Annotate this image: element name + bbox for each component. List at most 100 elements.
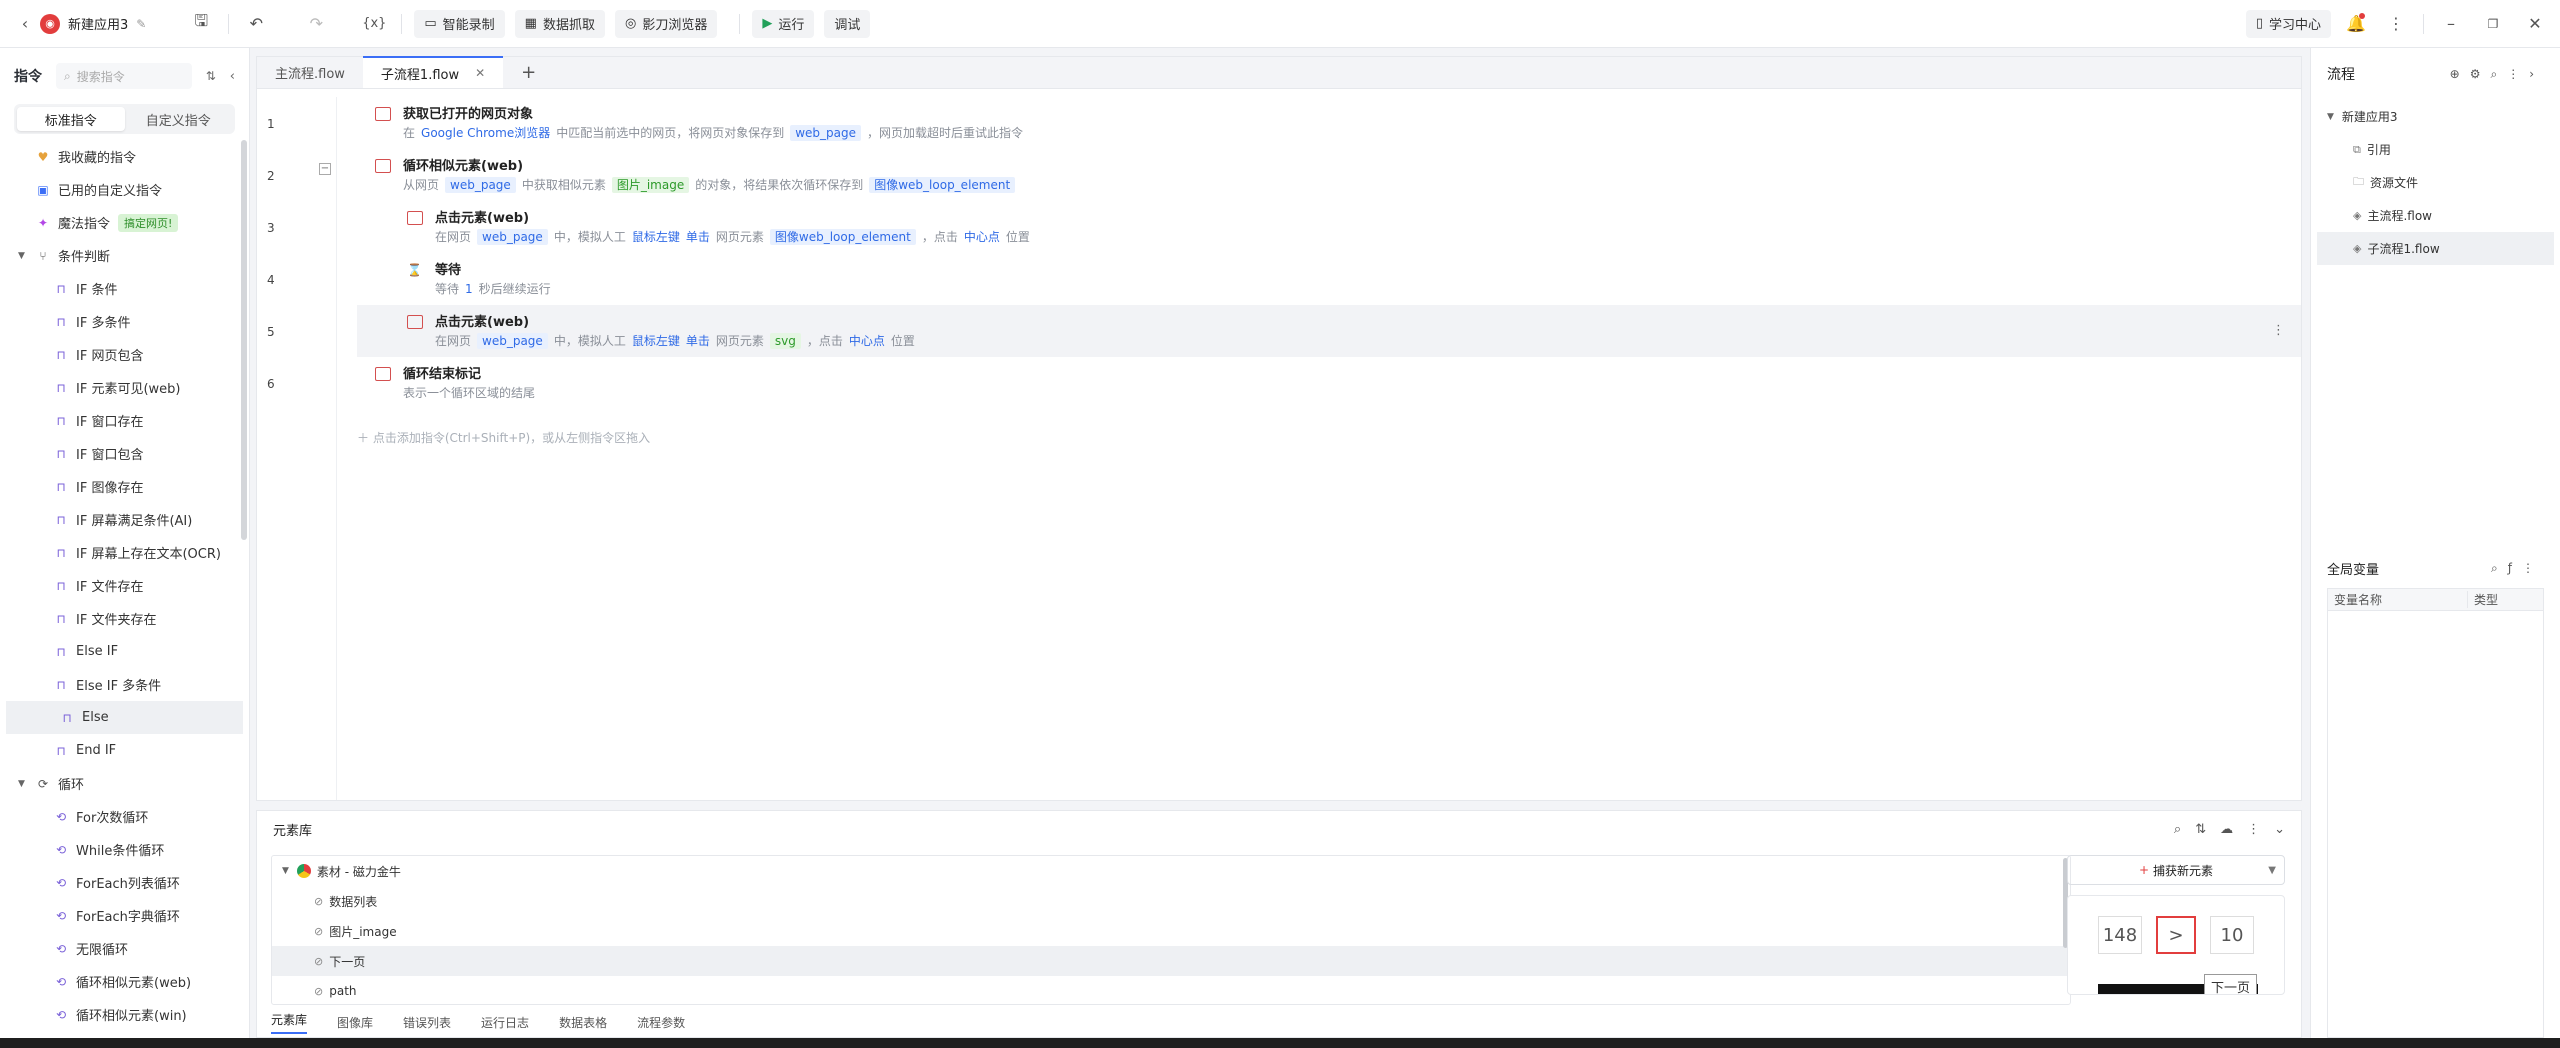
tab-subflow-1[interactable]: 子流程1.flow ✕ <box>362 56 504 88</box>
library-tab[interactable]: 元素库 <box>271 1011 308 1034</box>
instruction-item[interactable]: ⟲ For次数循环 <box>0 800 249 833</box>
more-icon[interactable]: ⋮ <box>2507 67 2529 81</box>
sort-icon[interactable]: ⇅ <box>206 69 216 83</box>
restore-icon[interactable]: ❐ <box>2478 9 2508 39</box>
sort-icon[interactable]: ⇅ <box>2195 822 2206 837</box>
instruction-item[interactable]: ⟲ ForEach列表循环 <box>0 866 249 899</box>
flow-item[interactable]: ◈ 主流程.flow <box>2311 199 2560 232</box>
used-custom-item[interactable]: ▣ 已用的自定义指令 <box>0 173 249 206</box>
smart-record-button[interactable]: ▭ 智能录制 <box>414 9 505 38</box>
instruction-item[interactable]: ⊓ IF 屏幕上存在文本(OCR) <box>0 536 249 569</box>
flow-step[interactable]: 循环相似元素(web) 从网页 web_page 中获取相似元素 图片_image 的对象… <box>357 149 2301 201</box>
instruction-item[interactable]: ⊓ IF 窗口包含 <box>0 437 249 470</box>
library-tab[interactable]: 图像库 <box>337 1014 373 1031</box>
data-grab-button[interactable]: ▦ 数据抓取 <box>514 9 605 38</box>
line-number: 5 <box>267 325 275 339</box>
save-icon[interactable]: 🖫 <box>186 9 216 39</box>
fold-toggle-icon[interactable]: − <box>319 163 331 175</box>
group-loop[interactable]: ▼ ⟳ 循环 <box>0 767 249 800</box>
left-scrollbar[interactable] <box>241 140 247 540</box>
undo-icon[interactable]: ↶ <box>241 9 271 39</box>
minimize-icon[interactable]: – <box>2436 9 2466 39</box>
element-item[interactable]: ⊘ 图片_image <box>272 916 2070 946</box>
instruction-item[interactable]: ⊓ IF 文件夹存在 <box>0 602 249 635</box>
instruction-item[interactable]: ⟲ 循环相似元素(web) <box>0 965 249 998</box>
instruction-item[interactable]: ⟲ 循环相似元素(win) <box>0 998 249 1031</box>
more-icon[interactable]: ⋮ <box>2247 822 2260 837</box>
instruction-item[interactable]: ⊓ IF 条件 <box>0 272 249 305</box>
add-flow-icon[interactable]: ⊕ <box>2450 67 2470 81</box>
instruction-item[interactable]: ⊓ End IF <box>0 734 249 767</box>
instruction-item[interactable]: ⊓ Else IF 多条件 <box>0 668 249 701</box>
learning-center-button[interactable]: ▯ 学习中心 <box>2245 9 2331 38</box>
flow-step[interactable]: 获取已打开的网页对象在 Google Chrome浏览器 中匹配当前选中的网页，将网… <box>357 97 2301 149</box>
tab-main-flow[interactable]: 主流程.flow <box>257 56 363 88</box>
app-name[interactable]: 新建应用3 <box>68 14 128 33</box>
element-item[interactable]: ⊘ 下一页 <box>272 946 2070 976</box>
add-tab-button[interactable]: + <box>503 56 554 88</box>
instruction-item[interactable]: ⊓ IF 多条件 <box>0 305 249 338</box>
step-more-icon[interactable]: ⋮ <box>2272 323 2285 338</box>
instruction-item[interactable]: ⊓ IF 窗口存在 <box>0 404 249 437</box>
instruction-item[interactable]: ⟲ While条件循环 <box>0 833 249 866</box>
search-input[interactable]: 搜索指令 <box>77 68 125 85</box>
search-icon[interactable]: ⌕ <box>2491 561 2508 575</box>
add-instruction-hint[interactable]: ＋ 点击添加指令(Ctrl+Shift+P)，或从左侧指令区拖入 <box>357 429 650 446</box>
flow-step[interactable]: 循环结束标记 表示一个循环区域的结尾 <box>357 357 2301 409</box>
element-item[interactable]: ⊘ path <box>272 976 2070 1006</box>
global-variables-actions: ⌕ƒ⋮ <box>2491 561 2544 576</box>
flow-item[interactable]: ◈ 子流程1.flow <box>2317 232 2554 265</box>
instruction-item[interactable]: ⊓ Else IF <box>0 635 249 668</box>
instruction-item[interactable]: ⊓ IF 屏幕满足条件(AI) <box>0 503 249 536</box>
instruction-item[interactable]: ⊓ Else <box>6 701 243 734</box>
edit-name-icon[interactable]: ✎ <box>136 17 146 31</box>
redo-icon[interactable]: ↷ <box>301 9 331 39</box>
library-tab[interactable]: 运行日志 <box>481 1014 529 1031</box>
yingdao-browser-button[interactable]: ◎ 影刀浏览器 <box>614 9 718 38</box>
instruction-item[interactable]: ⟲ ForEach字典循环 <box>0 899 249 932</box>
flow-step[interactable]: ⌛ 等待 等待 1 秒后继续运行 <box>357 253 2301 305</box>
instruction-item[interactable]: ⟲ 无限循环 <box>0 932 249 965</box>
search-icon[interactable]: ⌕ <box>2490 67 2507 81</box>
library-tab[interactable]: 错误列表 <box>403 1014 451 1031</box>
settings-icon[interactable]: ⚙ <box>2470 67 2491 81</box>
bell-icon[interactable]: 🔔 <box>2341 9 2371 39</box>
upload-icon[interactable]: ☁ <box>2220 822 2233 837</box>
flow-item[interactable]: ⧉ 引用 <box>2311 133 2560 166</box>
tab-custom[interactable]: 自定义指令 <box>125 107 233 131</box>
group-condition[interactable]: ▼ ⑂ 条件判断 <box>0 239 249 272</box>
close-icon[interactable]: ✕ <box>2520 9 2550 39</box>
search-icon[interactable]: ⌕ <box>2174 822 2181 837</box>
library-tab[interactable]: 流程参数 <box>637 1014 685 1031</box>
app-root-item[interactable]: ▼ 新建应用3 <box>2311 100 2560 133</box>
table-icon: ▦ <box>524 16 537 31</box>
library-tab[interactable]: 数据表格 <box>559 1014 607 1031</box>
instruction-item[interactable]: ⊓ IF 网页包含 <box>0 338 249 371</box>
more-icon[interactable]: ⋮ <box>2381 9 2411 39</box>
close-tab-icon[interactable]: ✕ <box>475 66 485 80</box>
element-item[interactable]: ⊘ 数据列表 <box>272 886 2070 916</box>
collapse-panel-icon[interactable]: ‹ <box>230 69 235 84</box>
instruction-label: IF 窗口包含 <box>76 448 144 463</box>
element-group[interactable]: ▼ 素材 - 磁力金牛 <box>272 856 2070 886</box>
flow-item[interactable]: 🗀 资源文件 <box>2311 166 2560 199</box>
debug-button[interactable]: 调试 <box>824 9 871 38</box>
function-icon[interactable]: ƒ <box>2508 561 2522 575</box>
instruction-item[interactable]: ⊓ IF 图像存在 <box>0 470 249 503</box>
flow-step[interactable]: 点击元素(web) 在网页 web_page 中，模拟人工 鼠标左键 单击 网页元素 图像we… <box>357 201 2301 253</box>
flow-step[interactable]: 点击元素(web) 在网页 web_page 中，模拟人工 鼠标左键 单击 网页元素 svg ，… <box>357 305 2301 357</box>
instruction-search[interactable]: ⌕ 搜索指令 <box>56 63 192 89</box>
favorites-item[interactable]: ♥ 我收藏的指令 <box>0 140 249 173</box>
more-icon[interactable]: ⋮ <box>2522 561 2544 575</box>
magic-item[interactable]: ✦ 魔法指令 搞定网页! <box>0 206 249 239</box>
dropdown-icon[interactable]: ▼ <box>2268 865 2276 876</box>
variable-icon[interactable]: {x} <box>359 9 389 39</box>
capture-element-button[interactable]: + 捕获新元素 ▼ <box>2067 855 2285 885</box>
collapse-icon[interactable]: ⌄ <box>2274 822 2285 837</box>
expand-icon[interactable]: › <box>2529 67 2544 81</box>
tab-standard[interactable]: 标准指令 <box>17 107 125 131</box>
run-button[interactable]: ▶ 运行 <box>752 9 815 38</box>
back-icon[interactable]: ‹ <box>10 9 40 39</box>
instruction-item[interactable]: ⊓ IF 文件存在 <box>0 569 249 602</box>
instruction-item[interactable]: ⊓ IF 元素可见(web) <box>0 371 249 404</box>
